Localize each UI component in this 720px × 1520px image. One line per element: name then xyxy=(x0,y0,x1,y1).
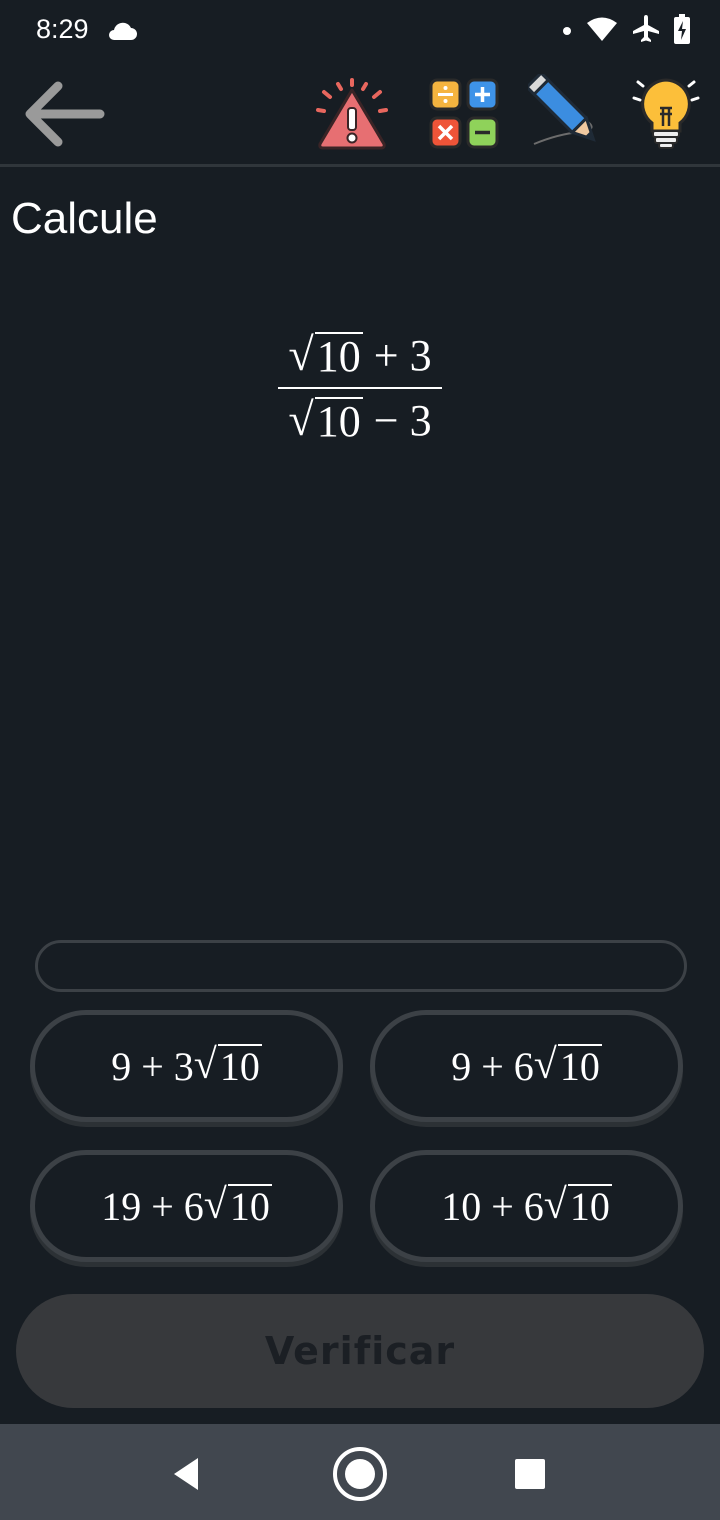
back-button[interactable] xyxy=(20,78,108,150)
hint-button[interactable] xyxy=(626,74,706,154)
report-alert-button[interactable] xyxy=(312,74,392,154)
notification-dot-icon xyxy=(562,23,572,41)
calculator-button[interactable] xyxy=(424,74,504,154)
pencil-icon xyxy=(528,74,596,145)
wifi-icon xyxy=(586,16,618,47)
navigation-bar xyxy=(0,1424,720,1520)
nav-recents-icon xyxy=(515,1459,545,1489)
question-expression: √ 10 + 3 √ 10 − 3 xyxy=(0,330,720,446)
status-bar: 8:29 xyxy=(0,0,720,64)
hint-lightbulb-icon xyxy=(632,78,700,149)
sqrt-numerator: √ 10 xyxy=(288,329,363,381)
option-3-button[interactable]: 19 + 6 √ 10 xyxy=(30,1150,343,1262)
nav-home-icon xyxy=(333,1447,387,1501)
option-2-button[interactable]: 9 + 6 √ 10 xyxy=(370,1010,683,1122)
status-time: 8:29 xyxy=(36,14,89,44)
fraction-denominator: √ 10 − 3 xyxy=(288,394,432,446)
nav-home-button[interactable] xyxy=(332,1446,388,1502)
battery-icon xyxy=(674,14,690,49)
pencil-button[interactable] xyxy=(528,74,608,154)
back-arrow-icon xyxy=(25,81,105,147)
calculator-icon xyxy=(429,78,499,149)
fraction-numerator: √ 10 + 3 xyxy=(288,329,432,381)
nav-back-icon xyxy=(174,1458,198,1490)
answer-field[interactable] xyxy=(35,940,687,992)
option-4-button[interactable]: 10 + 6 √ 10 xyxy=(370,1150,683,1262)
airplane-icon xyxy=(632,14,660,49)
verify-button[interactable]: Verificar xyxy=(16,1294,704,1408)
nav-recents-button[interactable] xyxy=(502,1446,558,1502)
cloud-icon xyxy=(106,20,138,47)
option-1-button[interactable]: 9 + 3 √ 10 xyxy=(30,1010,343,1122)
nav-back-button[interactable] xyxy=(160,1446,216,1502)
report-alert-icon xyxy=(316,78,388,150)
question-title: Calcule xyxy=(11,194,158,243)
toolbar xyxy=(0,64,720,167)
sqrt-denominator: √ 10 xyxy=(288,394,363,446)
